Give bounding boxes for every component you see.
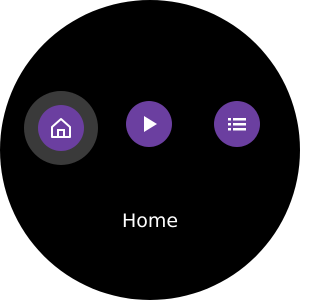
home-icon <box>48 115 74 141</box>
play-icon <box>137 112 161 136</box>
list-icon <box>225 112 249 136</box>
play-button[interactable] <box>126 101 172 147</box>
list-button[interactable] <box>214 101 260 147</box>
watch-face: Home <box>0 0 300 300</box>
selected-item-label: Home <box>121 210 179 232</box>
home-button[interactable] <box>38 105 84 151</box>
